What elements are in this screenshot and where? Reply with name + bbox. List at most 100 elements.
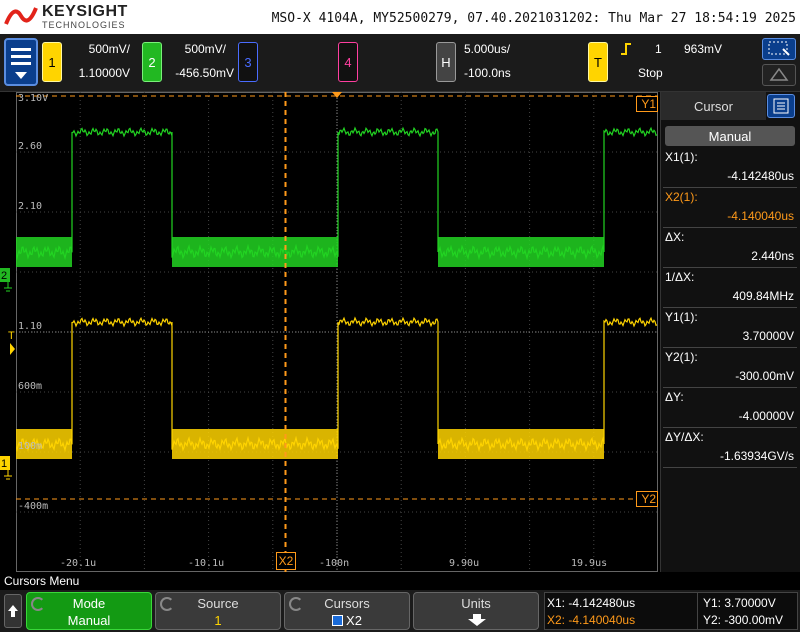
level-label-3: 1.10	[18, 321, 43, 332]
channel-4-button[interactable]: 4	[338, 42, 358, 82]
y1-cursor-tag[interactable]: Y1	[636, 96, 658, 112]
rising-edge-icon	[621, 43, 631, 55]
brand-name: KEYSIGHT	[42, 3, 128, 20]
cursor-row-label: X1(1):	[665, 150, 698, 164]
keysight-wave-icon	[4, 7, 38, 25]
cursor-row-divider	[663, 227, 797, 228]
cursor-row-label: ΔY:	[665, 390, 684, 404]
source-softkey[interactable]: Source 1	[155, 592, 281, 630]
cursor-row-value: 2.440ns	[751, 249, 794, 263]
level-label-5: 100m	[18, 441, 43, 452]
source-softkey-value: 1	[214, 613, 222, 628]
cursor-row-divider	[663, 387, 797, 388]
channel-1-button[interactable]: 1	[42, 42, 62, 82]
cursors-softkey-label: Cursors	[324, 596, 370, 611]
list-icon	[773, 98, 789, 114]
channel-1-ground-marker[interactable]: 1	[0, 456, 12, 480]
trigger-level: 963mV	[684, 42, 723, 56]
channel-2-ground-marker[interactable]: 2	[0, 268, 12, 292]
instrument-info: MSO-X 4104A, MY52500279, 07.40.202103120…	[271, 11, 796, 26]
svg-text:2: 2	[1, 270, 7, 282]
time-label-3: 9.90u	[449, 558, 480, 569]
sidebar-title: Cursor	[661, 92, 766, 120]
time-label-0: -20.1u	[60, 558, 97, 569]
readout-divider	[697, 593, 698, 629]
cursor-mode-button[interactable]: Manual	[665, 126, 795, 146]
touch-zoom-button[interactable]	[762, 38, 796, 60]
mode-softkey-value: Manual	[67, 613, 111, 628]
channel-1-scale: 500mV/	[88, 42, 130, 56]
cursor-row-value: 3.70000V	[742, 329, 794, 343]
channel-4-number: 4	[344, 54, 352, 70]
time-label-4: 19.9us	[571, 558, 608, 569]
time-label-1: -10.1u	[188, 558, 225, 569]
svg-text:1: 1	[1, 458, 7, 470]
cursor-row-divider	[663, 307, 797, 308]
cursor-row-label: Y2(1):	[665, 350, 698, 364]
channel-2-button[interactable]: 2	[142, 42, 162, 82]
box-zoom-icon	[768, 41, 790, 56]
cursors-softkey[interactable]: Cursors X2	[284, 592, 410, 630]
trigger-source: 1	[655, 42, 662, 56]
x2-cursor-tag[interactable]: X2	[276, 552, 296, 570]
channel-3-button[interactable]: 3	[238, 42, 258, 82]
trigger-tag: T	[594, 54, 602, 70]
level-label-0: 3.10V	[18, 93, 49, 104]
cursor-row-divider	[663, 187, 797, 188]
cursor-row-divider	[663, 467, 797, 468]
triangle-icon	[769, 67, 789, 81]
selected-box-icon	[332, 615, 344, 626]
mode-softkey[interactable]: Mode Manual	[26, 592, 152, 630]
cursor-row-divider	[663, 347, 797, 348]
cursor-row-label: ΔX:	[665, 230, 685, 244]
channel-1-offset: 1.10000V	[78, 66, 130, 80]
cursor-row-value: -4.140040us	[727, 209, 794, 223]
time-label-2: -100n	[319, 558, 350, 569]
cursor-row-label: ΔY/ΔX:	[665, 430, 704, 444]
readout-x1: X1: -4.142480us	[547, 596, 636, 610]
readout-y1: Y1: 3.70000V	[703, 596, 776, 610]
channel-1-number: 1	[48, 54, 56, 70]
back-button[interactable]	[4, 594, 22, 628]
menu-title: Cursors Menu	[0, 572, 800, 590]
cursors-softkey-value-text: X2	[346, 613, 362, 628]
cursor-sidebar: Cursor Manual X1(1): -4.142480us X2(1): -4.…	[660, 92, 800, 572]
readout-y2: Y2: -300.00mV	[703, 613, 784, 627]
cursor-row-value: 409.84MHz	[732, 289, 794, 303]
channel-2-scale: 500mV/	[184, 42, 226, 56]
units-softkey[interactable]: Units	[413, 592, 539, 630]
main-menu-button[interactable]	[4, 38, 38, 86]
horizontal-button[interactable]: H	[436, 42, 456, 82]
units-softkey-label: Units	[461, 596, 491, 611]
horizontal-scale: 5.000us/	[464, 42, 511, 56]
waveform-graticule	[16, 92, 658, 572]
sidebar-menu-button[interactable]	[767, 94, 795, 118]
cursor-row-value: -4.142480us	[727, 169, 794, 183]
source-softkey-label: Source	[197, 596, 239, 611]
cursor-row-label: X2(1):	[665, 190, 698, 204]
channel-2-number: 2	[148, 54, 156, 70]
title-bar: KEYSIGHT TECHNOLOGIES MSO-X 4104A, MY525…	[0, 0, 800, 34]
up-arrow-icon	[8, 605, 18, 617]
keysight-logo: KEYSIGHT TECHNOLOGIES	[4, 2, 134, 32]
trigger-button[interactable]: T	[588, 42, 608, 82]
svg-text:T: T	[8, 330, 15, 342]
softkey-bar: Mode Manual Source 1 Cursors X2 Units X1…	[0, 590, 800, 632]
run-state: Stop	[638, 66, 663, 80]
cursor-row-value: -300.00mV	[735, 369, 794, 383]
cursor-row-divider	[663, 427, 797, 428]
trigger-level-marker[interactable]: T	[8, 330, 15, 355]
mode-softkey-label: Mode	[72, 596, 106, 611]
cursor-readout: X1: -4.142480us X2: -4.140040us Y1: 3.70…	[544, 592, 798, 630]
cursor-row-value: -4.00000V	[738, 409, 794, 423]
horizontal-tag: H	[441, 54, 451, 70]
cursor-row-divider	[663, 267, 797, 268]
cursor-row-label: Y1(1):	[665, 310, 698, 324]
channel-bar: 1 500mV/ 1.10000V 2 500mV/ -456.50mV 3 4…	[0, 34, 800, 92]
level-label-2: 2.10	[18, 201, 43, 212]
level-label-1: 2.60	[18, 141, 43, 152]
touch-trigger-button[interactable]	[762, 64, 796, 86]
waveform-display[interactable]: 3.10V 2.60 2.10 1.10 600m 100m -400m -20…	[16, 92, 658, 572]
y2-cursor-tag[interactable]: Y2	[636, 491, 658, 507]
cursor-row-value: -1.63934GV/s	[719, 449, 794, 463]
